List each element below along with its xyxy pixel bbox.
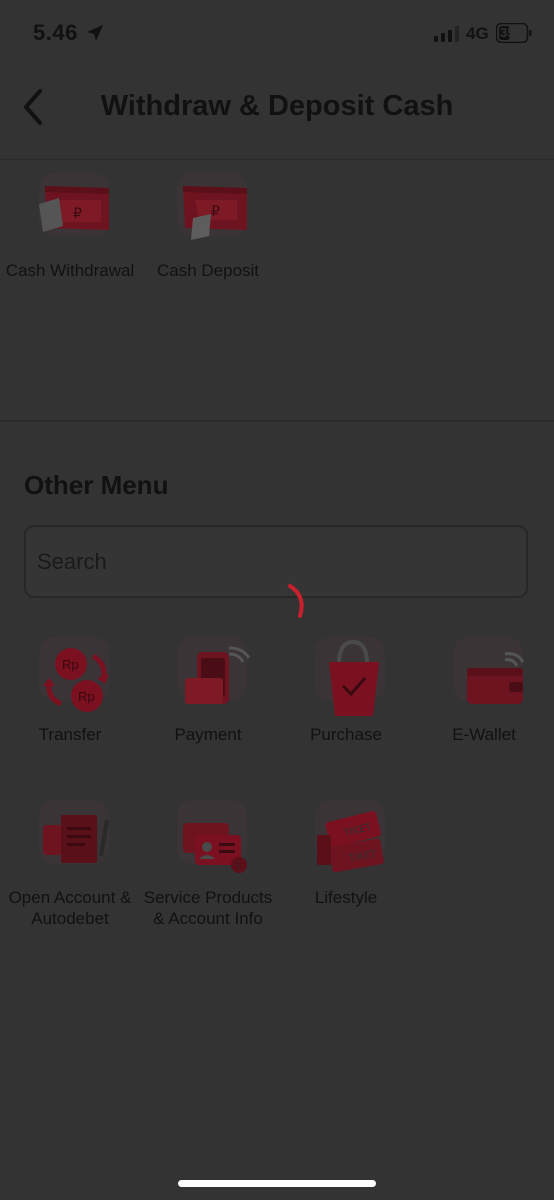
cash-withdrawal-label: Cash Withdrawal [5, 261, 135, 280]
search-input[interactable] [24, 525, 528, 598]
svg-text:i: i [237, 861, 240, 872]
purchase-label: Purchase [310, 725, 382, 744]
e-wallet-button[interactable]: E-Wallet [414, 634, 554, 745]
transfer-button[interactable]: Rp Rp Transfer [0, 634, 140, 745]
open-account-icon [39, 800, 109, 864]
payment-button[interactable]: Payment [138, 634, 278, 745]
home-indicator[interactable] [178, 1180, 376, 1187]
open-account-button[interactable]: Open Account & Autodebet [0, 797, 140, 929]
account-info-label: Service Products & Account Info [143, 888, 273, 928]
battery-level: 35 [500, 25, 515, 40]
status-bar: 5.46 4G 35 [0, 0, 554, 70]
e-wallet-label: E-Wallet [452, 725, 516, 744]
payment-label: Payment [174, 725, 242, 744]
cash-deposit-icon: ₽ [177, 173, 247, 240]
cash-deposit-button[interactable]: ₽ Cash Deposit [138, 170, 278, 281]
svg-text:₽: ₽ [211, 204, 220, 220]
header-divider [0, 159, 554, 160]
lifestyle-icon: TIKET TIKET [315, 800, 385, 873]
page-title: Withdraw & Deposit Cash [100, 90, 454, 122]
purchase-icon [315, 637, 385, 716]
header: Withdraw & Deposit Cash [0, 70, 554, 160]
status-time: 5.46 [33, 20, 78, 45]
cash-withdrawal-icon: ₽ [39, 173, 109, 237]
account-info-icon: i [177, 800, 247, 873]
loading-spinner-icon [288, 584, 304, 618]
other-menu-title: Other Menu [24, 470, 169, 500]
lifestyle-label: Lifestyle [314, 888, 378, 907]
location-arrow-icon [87, 25, 103, 41]
rp-text: Rp [62, 657, 79, 672]
cash-deposit-label: Cash Deposit [156, 261, 260, 280]
lifestyle-button[interactable]: TIKET TIKET Lifestyle [276, 797, 416, 908]
network-type: 4G [466, 24, 489, 43]
purchase-button[interactable]: Purchase [276, 634, 416, 745]
svg-text:₽: ₽ [73, 206, 82, 222]
e-wallet-icon [453, 637, 525, 704]
transfer-label: Transfer [38, 725, 102, 744]
open-account-label: Open Account & Autodebet [8, 888, 132, 928]
payment-icon [177, 637, 251, 704]
transfer-icon: Rp Rp [39, 637, 109, 712]
account-info-button[interactable]: i Service Products & Account Info [138, 797, 278, 929]
section-divider [0, 420, 554, 422]
cash-withdrawal-button[interactable]: ₽ Cash Withdrawal [0, 170, 140, 281]
signal-icon [434, 26, 459, 42]
rp-text: Rp [78, 689, 95, 704]
